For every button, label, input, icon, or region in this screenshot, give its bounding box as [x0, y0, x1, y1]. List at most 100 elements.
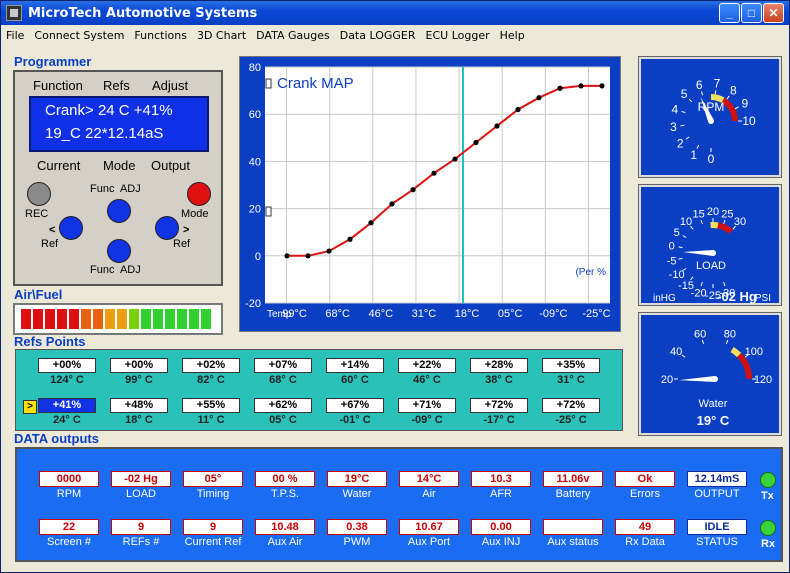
data-output-label: Aux status: [547, 536, 599, 548]
menu-ecu-logger[interactable]: ECU Logger: [421, 29, 495, 42]
ref-value[interactable]: +72%: [542, 398, 600, 413]
ref-left-label: Ref: [41, 238, 59, 250]
ref-value[interactable]: +02%: [182, 358, 240, 373]
ref-point[interactable]: +48% 18° C: [110, 398, 168, 427]
title-bar[interactable]: MicroTech Automotive Systems _ □ ✕: [1, 1, 789, 25]
ref-value[interactable]: +48%: [110, 398, 168, 413]
lcd-display: Crank> 24 C +41% 19_C 22*12.14aS: [29, 96, 209, 152]
data-output-value: 10.3: [471, 471, 531, 487]
menu-3d-chart[interactable]: 3D Chart: [192, 29, 251, 42]
maximize-button[interactable]: □: [741, 3, 762, 23]
data-output-label: Water: [342, 488, 372, 500]
menu-data-gauges[interactable]: DATA Gauges: [251, 29, 335, 42]
ref-value[interactable]: +55%: [182, 398, 240, 413]
ref-point[interactable]: +55% 11° C: [182, 398, 240, 427]
data-output-cell: 19°C Water: [327, 471, 387, 501]
func-adj-up-button[interactable]: [107, 199, 131, 223]
data-output-label: RPM: [56, 488, 82, 500]
crank-map-chart[interactable]: 80 60 40 20 0 -20 Temp 99°C 68°C 46°C 31°C 18°C 05°C…: [239, 56, 621, 332]
airfuel-segment: [117, 309, 127, 329]
ref-value[interactable]: +00%: [110, 358, 168, 373]
ref-value[interactable]: +35%: [542, 358, 600, 373]
data-output-cell: Aux status: [543, 519, 603, 549]
ref-value[interactable]: +72%: [470, 398, 528, 413]
ref-point[interactable]: +28% 38° C: [470, 358, 528, 387]
data-output-value: 19°C: [327, 471, 387, 487]
airfuel-segment: [33, 309, 43, 329]
menu-functions[interactable]: Functions: [129, 29, 192, 42]
ref-value[interactable]: +41%: [38, 398, 96, 413]
data-output-value: Ok: [615, 471, 675, 487]
header-function: Function: [33, 78, 83, 93]
chart-title: Crank MAP: [277, 75, 354, 92]
ref-point[interactable]: +02% 82° C: [182, 358, 240, 387]
gauge-tick: [726, 95, 730, 100]
ref-value[interactable]: +00%: [38, 358, 96, 373]
ref-point[interactable]: +00% 99° C: [110, 358, 168, 387]
menu-connect-system[interactable]: Connect System: [29, 29, 129, 42]
ref-point[interactable]: +41% 24° C: [38, 398, 96, 427]
scroll-handle-mid: [265, 206, 272, 217]
data-output-cell: Ok Errors: [615, 471, 675, 501]
ref-point[interactable]: +71% -09° C: [398, 398, 456, 427]
rec-button[interactable]: [27, 182, 51, 206]
ref-point[interactable]: +72% -17° C: [470, 398, 528, 427]
ref-temp: -25° C: [555, 414, 587, 426]
data-point: [557, 85, 563, 91]
data-output-cell: 05° Timing: [183, 471, 243, 501]
data-output-label: Current Ref: [184, 536, 242, 548]
gauge-label: RPM: [698, 100, 725, 114]
x-tick-label: 31°C: [412, 308, 437, 320]
label-mode: Mode: [103, 158, 136, 173]
ref-right-button[interactable]: [155, 216, 179, 240]
ref-value[interactable]: +07%: [254, 358, 312, 373]
ref-point[interactable]: +14% 60° C: [326, 358, 384, 387]
data-output-cell: 22 Screen #: [39, 519, 99, 549]
data-output-value: IDLE: [687, 519, 747, 535]
data-output-label: LOAD: [126, 488, 156, 500]
data-output-cell: 11.06v Battery: [543, 471, 603, 501]
ref-value[interactable]: +22%: [398, 358, 456, 373]
data-output-label: Air: [422, 488, 436, 500]
airfuel-segment: [45, 309, 55, 329]
menu-file[interactable]: File: [1, 29, 29, 42]
mode-button[interactable]: [187, 182, 211, 206]
data-output-cell: 49 Rx Data: [615, 519, 675, 549]
gauge-tick-label: 30: [734, 216, 746, 228]
ref-point[interactable]: +62% 05° C: [254, 398, 312, 427]
ref-point[interactable]: +07% 68° C: [254, 358, 312, 387]
gauge-hub: [710, 250, 716, 256]
data-output-value: 0.38: [327, 519, 387, 535]
ref-temp: -01° C: [339, 414, 371, 426]
gauge-tick: [700, 281, 703, 287]
close-button[interactable]: ✕: [763, 3, 784, 23]
gauge-tick: [681, 110, 686, 114]
data-output-value: 05°: [183, 471, 243, 487]
ref-point[interactable]: +35% 31° C: [542, 358, 600, 387]
ref-value[interactable]: +14%: [326, 358, 384, 373]
ref-point[interactable]: +00% 124° C: [38, 358, 96, 387]
ref-temp: 124° C: [50, 374, 84, 386]
data-output-cell: 0.00 Aux INJ: [471, 519, 531, 549]
mode-label: Mode: [181, 208, 209, 220]
minimize-button[interactable]: _: [719, 3, 740, 23]
ref-point[interactable]: +72% -25° C: [542, 398, 600, 427]
gauge-tick: [734, 106, 739, 110]
app-window: MicroTech Automotive Systems _ □ ✕ File …: [0, 0, 790, 573]
ref-value[interactable]: +67%: [326, 398, 384, 413]
func-adj-down-button[interactable]: [107, 239, 131, 263]
menu-data-logger[interactable]: Data LOGGER: [335, 29, 421, 42]
ref-value[interactable]: +62%: [254, 398, 312, 413]
ref-point[interactable]: +67% -01° C: [326, 398, 384, 427]
gauge-tick: [678, 246, 683, 249]
ref-left-button[interactable]: [59, 216, 83, 240]
y-tick-label: 40: [249, 156, 261, 168]
gauge-tick-label: 5: [674, 227, 680, 239]
rx-led-icon: [760, 520, 776, 536]
ref-value[interactable]: +28%: [470, 358, 528, 373]
airfuel-segment: [69, 309, 79, 329]
ref-point[interactable]: +22% 46° C: [398, 358, 456, 387]
menu-help[interactable]: Help: [495, 29, 530, 42]
ref-value[interactable]: +71%: [398, 398, 456, 413]
chart-note: (Per %: [575, 267, 606, 278]
